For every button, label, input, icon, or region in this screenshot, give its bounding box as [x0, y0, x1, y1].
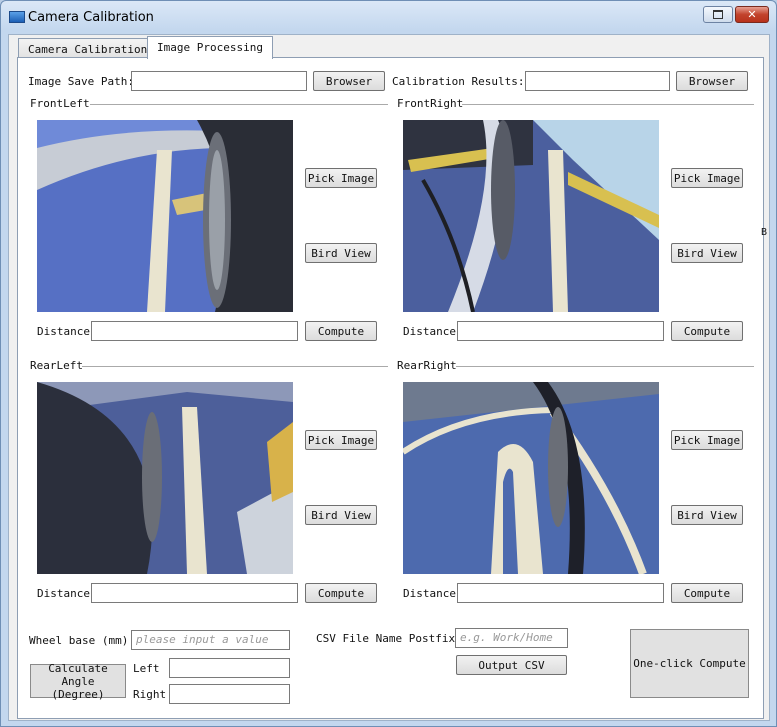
right-angle-label: Right: [133, 688, 167, 701]
wheelbase-label: Wheel base (mm):: [29, 634, 135, 647]
one-click-compute-button[interactable]: One-click Compute: [630, 629, 749, 698]
calibration-results-label: Calibration Results:: [392, 75, 525, 88]
restore-icon: [713, 10, 723, 19]
rearleft-distance-label: Distance: [37, 587, 90, 600]
title-bar[interactable]: Camera Calibration ✕: [1, 1, 776, 33]
rearleft-pick-image-button[interactable]: Pick Image: [305, 430, 377, 450]
left-angle-label: Left: [133, 662, 160, 675]
frontleft-distance-input[interactable]: [91, 321, 298, 341]
edge-glyph: B: [761, 227, 768, 238]
tab-image-processing[interactable]: Image Processing: [147, 36, 273, 59]
output-csv-button[interactable]: Output CSV: [456, 655, 567, 675]
rearleft-compute-button[interactable]: Compute: [305, 583, 377, 603]
tab-camera-calibration[interactable]: Camera Calibration: [18, 38, 158, 58]
calibration-results-input[interactable]: [525, 71, 670, 91]
right-angle-input[interactable]: [169, 684, 290, 704]
group-divider: [462, 104, 754, 105]
close-icon: ✕: [747, 8, 757, 21]
calibration-browse-button[interactable]: Browser: [676, 71, 748, 91]
group-title-frontright: FrontRight: [397, 97, 464, 110]
frontleft-pick-image-button[interactable]: Pick Image: [305, 168, 377, 188]
app-window-icon: [9, 11, 25, 23]
frontleft-bird-view-button[interactable]: Bird View: [305, 243, 377, 263]
group-divider: [90, 104, 388, 105]
calculate-angle-button[interactable]: Calculate Angle (Degree): [30, 662, 126, 701]
image-save-browse-button[interactable]: Browser: [313, 71, 385, 91]
rearleft-camera-image: [37, 382, 293, 574]
csv-postfix-label: CSV File Name Postfix:: [316, 632, 462, 645]
close-button[interactable]: ✕: [735, 6, 769, 23]
image-processing-panel: Image Save Path: Browser Calibration Res…: [17, 57, 764, 719]
frontright-distance-label: Distance: [403, 325, 456, 338]
group-divider: [82, 366, 388, 367]
rearright-compute-button[interactable]: Compute: [671, 583, 743, 603]
rearright-bird-view-button[interactable]: Bird View: [671, 505, 743, 525]
rearright-distance-input[interactable]: [457, 583, 664, 603]
frontleft-compute-button[interactable]: Compute: [305, 321, 377, 341]
group-title-rearleft: RearLeft: [30, 359, 83, 372]
rearleft-distance-input[interactable]: [91, 583, 298, 603]
csv-postfix-input[interactable]: e.g. Work/Home: [455, 628, 568, 648]
rearright-camera-image: [403, 382, 659, 574]
wheelbase-input[interactable]: please input a value: [131, 630, 290, 650]
frontright-camera-image: [403, 120, 659, 312]
frontleft-distance-label: Distance: [37, 325, 90, 338]
rearright-distance-label: Distance: [403, 587, 456, 600]
restore-button[interactable]: [703, 6, 733, 23]
group-title-rearright: RearRight: [397, 359, 457, 372]
group-title-frontleft: FrontLeft: [30, 97, 90, 110]
image-save-path-label: Image Save Path:: [28, 75, 134, 88]
main-window: Camera Calibration ✕ Camera Calibration …: [0, 0, 777, 727]
group-divider: [456, 366, 754, 367]
frontleft-camera-image: [37, 120, 293, 312]
frontright-bird-view-button[interactable]: Bird View: [671, 243, 743, 263]
frontright-compute-button[interactable]: Compute: [671, 321, 743, 341]
frontright-pick-image-button[interactable]: Pick Image: [671, 168, 743, 188]
window-title: Camera Calibration: [28, 10, 154, 25]
frontright-distance-input[interactable]: [457, 321, 664, 341]
client-area: Camera Calibration Image Processing Imag…: [8, 34, 770, 721]
left-angle-input[interactable]: [169, 658, 290, 678]
rearleft-bird-view-button[interactable]: Bird View: [305, 505, 377, 525]
rearright-pick-image-button[interactable]: Pick Image: [671, 430, 743, 450]
image-save-path-input[interactable]: [131, 71, 307, 91]
